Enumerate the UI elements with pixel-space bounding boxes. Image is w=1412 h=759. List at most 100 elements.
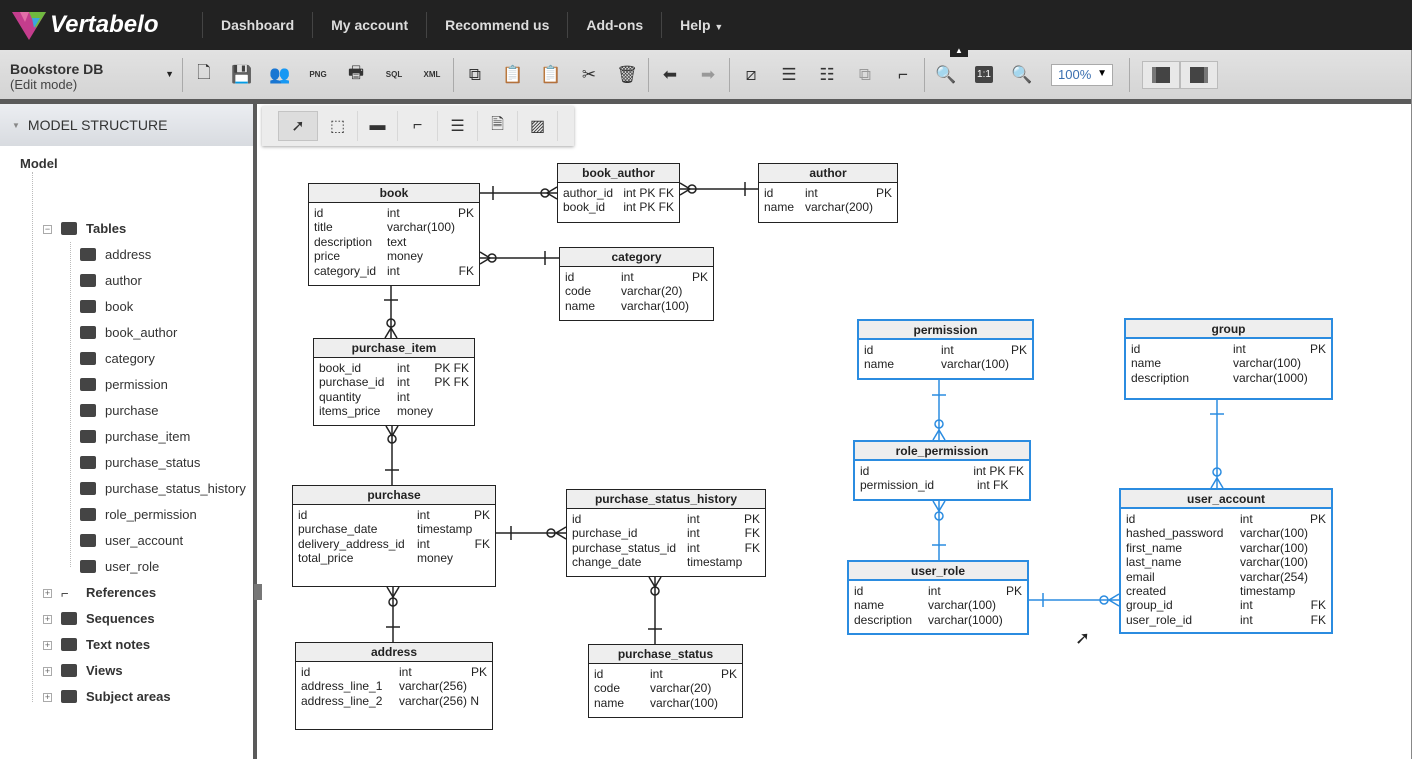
toggle-right-panel-button[interactable] xyxy=(1180,60,1218,89)
column-row[interactable]: description varchar(1000) xyxy=(1131,371,1326,385)
column-row[interactable]: address_line_2 varchar(256) N xyxy=(301,694,487,708)
tree-table-purchase-status-history[interactable]: purchase_status_history xyxy=(80,481,246,496)
many-marker[interactable] xyxy=(384,326,398,339)
export-sql-icon[interactable]: SQL xyxy=(375,60,413,90)
tree-tables[interactable]: Tables xyxy=(61,221,126,236)
table-user-role[interactable]: user_role id int PK name varchar(100) descript… xyxy=(847,560,1029,635)
column-row[interactable]: id int PK FK xyxy=(860,464,1024,478)
collapse-tables-icon[interactable]: − xyxy=(43,225,52,234)
column-row[interactable]: delivery_address_id int FK xyxy=(298,537,490,551)
zoom-in-icon[interactable]: 🔍 xyxy=(1003,60,1041,90)
column-row[interactable]: total_price money xyxy=(298,551,490,565)
column-row[interactable]: code varchar(20) xyxy=(594,681,737,695)
tree-subject-areas[interactable]: Subject areas xyxy=(61,689,171,704)
table-role-permission[interactable]: role_permission id int PK FK permission_id i… xyxy=(853,440,1031,501)
tree-root-model[interactable]: Model xyxy=(20,156,58,171)
optional-marker[interactable] xyxy=(1099,595,1109,605)
many-marker[interactable] xyxy=(545,186,558,200)
tree-table-author[interactable]: author xyxy=(80,273,142,288)
tree-references[interactable]: ⌐ References xyxy=(61,585,156,601)
export-xml-icon[interactable]: XML xyxy=(413,60,451,90)
add-reference-icon[interactable]: ⌐ xyxy=(398,111,438,141)
print-icon[interactable]: 🖶 xyxy=(337,60,375,90)
column-row[interactable]: price money xyxy=(314,249,474,263)
paste-format-icon[interactable]: 📋 xyxy=(532,60,570,90)
many-marker[interactable] xyxy=(932,428,946,441)
optional-marker[interactable] xyxy=(540,188,550,198)
table-book[interactable]: book id int PK title varchar(100) description t… xyxy=(308,183,480,286)
expand-icon[interactable]: + xyxy=(43,667,52,676)
column-row[interactable]: id int PK xyxy=(565,270,708,284)
delete-icon[interactable]: 🗑 xyxy=(608,60,646,90)
column-row[interactable]: address_line_1 varchar(256) xyxy=(301,679,487,693)
tree-table-book-author[interactable]: book_author xyxy=(80,325,177,340)
vertabelo-logo[interactable]: Vertabelo xyxy=(12,8,202,42)
table-group[interactable]: group id int PK name varchar(100) description v… xyxy=(1124,318,1333,400)
select-tool-pointer-icon[interactable]: ➚ xyxy=(278,111,318,141)
column-row[interactable]: purchase_id int PK FK xyxy=(319,375,469,389)
many-marker[interactable] xyxy=(479,251,492,265)
tree-table-user-account[interactable]: user_account xyxy=(80,533,183,548)
expand-icon[interactable]: + xyxy=(43,641,52,650)
column-row[interactable]: book_id int PK FK xyxy=(319,361,469,375)
optional-marker[interactable] xyxy=(934,511,944,521)
column-row[interactable]: items_price money xyxy=(319,404,469,418)
column-row[interactable]: title varchar(100) xyxy=(314,220,474,234)
tree-table-permission[interactable]: permission xyxy=(80,377,168,392)
column-row[interactable]: category_id int FK xyxy=(314,264,474,278)
tree-sequences[interactable]: Sequences xyxy=(61,611,155,626)
many-marker[interactable] xyxy=(1210,476,1224,489)
column-row[interactable]: purchase_status_id int FK xyxy=(572,541,760,555)
add-area-icon[interactable]: ▨ xyxy=(518,111,558,141)
column-row[interactable]: id int PK xyxy=(298,508,490,522)
column-row[interactable]: permission_id int FK xyxy=(860,478,1024,492)
column-row[interactable]: user_role_id int FK xyxy=(1126,613,1326,627)
table-permission[interactable]: permission id int PK name varchar(100) xyxy=(857,319,1034,380)
tree-table-category[interactable]: category xyxy=(80,351,155,366)
zoom-out-icon[interactable]: 🔍 xyxy=(927,60,965,90)
column-row[interactable]: change_date timestamp xyxy=(572,555,760,569)
tree-table-user-role[interactable]: user_role xyxy=(80,559,159,574)
column-row[interactable]: description text xyxy=(314,235,474,249)
paste-icon[interactable]: 📋 xyxy=(494,60,532,90)
add-table-icon[interactable]: ▬ xyxy=(358,111,398,141)
column-row[interactable]: description varchar(1000) xyxy=(854,613,1022,627)
optional-marker[interactable] xyxy=(934,419,944,429)
export-png-icon[interactable]: PNG xyxy=(299,60,337,90)
table-user-account[interactable]: user_account id int PK hashed_password varcha… xyxy=(1119,488,1333,634)
copy-icon[interactable]: ⧉ xyxy=(456,60,494,90)
tree-table-purchase-status[interactable]: purchase_status xyxy=(80,455,200,470)
table-purchase-status[interactable]: purchase_status id int PK code varchar(20) nam… xyxy=(588,644,743,718)
nav-recommend-us[interactable]: Recommend us xyxy=(426,12,567,38)
tree-table-book[interactable]: book xyxy=(80,299,133,314)
column-row[interactable]: name varchar(100) xyxy=(565,299,708,313)
column-row[interactable]: name varchar(100) xyxy=(864,357,1027,371)
optional-marker[interactable] xyxy=(1212,467,1222,477)
nav-add-ons[interactable]: Add-ons xyxy=(567,12,661,38)
tree-text-notes[interactable]: Text notes xyxy=(61,637,150,652)
column-row[interactable]: created timestamp xyxy=(1126,584,1326,598)
column-row[interactable]: id int PK xyxy=(301,665,487,679)
column-row[interactable]: id int PK xyxy=(594,667,737,681)
add-note-icon[interactable]: 🗎 xyxy=(478,111,518,141)
tree-table-role-permission[interactable]: role_permission xyxy=(80,507,197,522)
table-book-author[interactable]: book_author author_id int PK FK book_id int … xyxy=(557,163,680,223)
collapse-header-button[interactable]: ▲ xyxy=(950,45,968,57)
optional-marker[interactable] xyxy=(687,184,697,194)
share-users-icon[interactable]: 👥 xyxy=(261,60,299,90)
column-row[interactable]: id int PK xyxy=(764,186,892,200)
column-row[interactable]: purchase_date timestamp xyxy=(298,522,490,536)
column-row[interactable]: id int PK xyxy=(1126,512,1326,526)
new-document-icon[interactable]: 🗋 xyxy=(185,60,223,90)
column-row[interactable]: code varchar(20) xyxy=(565,284,708,298)
tree-table-purchase-item[interactable]: purchase_item xyxy=(80,429,190,444)
toggle-left-panel-button[interactable] xyxy=(1142,60,1180,89)
table-purchase-item[interactable]: purchase_item book_id int PK FK purchase_id i… xyxy=(313,338,475,426)
zoom-select[interactable]: 100% ▼ xyxy=(1051,63,1113,86)
optional-marker[interactable] xyxy=(546,528,556,538)
expand-icon[interactable]: + xyxy=(43,589,52,598)
column-row[interactable]: first_name varchar(100) xyxy=(1126,541,1326,555)
zoom-reset-button[interactable]: 1:1 xyxy=(965,60,1003,90)
table-category[interactable]: category id int PK code varchar(20) name varcha… xyxy=(559,247,714,321)
line-style-icon[interactable]: ⌐ xyxy=(884,60,922,90)
